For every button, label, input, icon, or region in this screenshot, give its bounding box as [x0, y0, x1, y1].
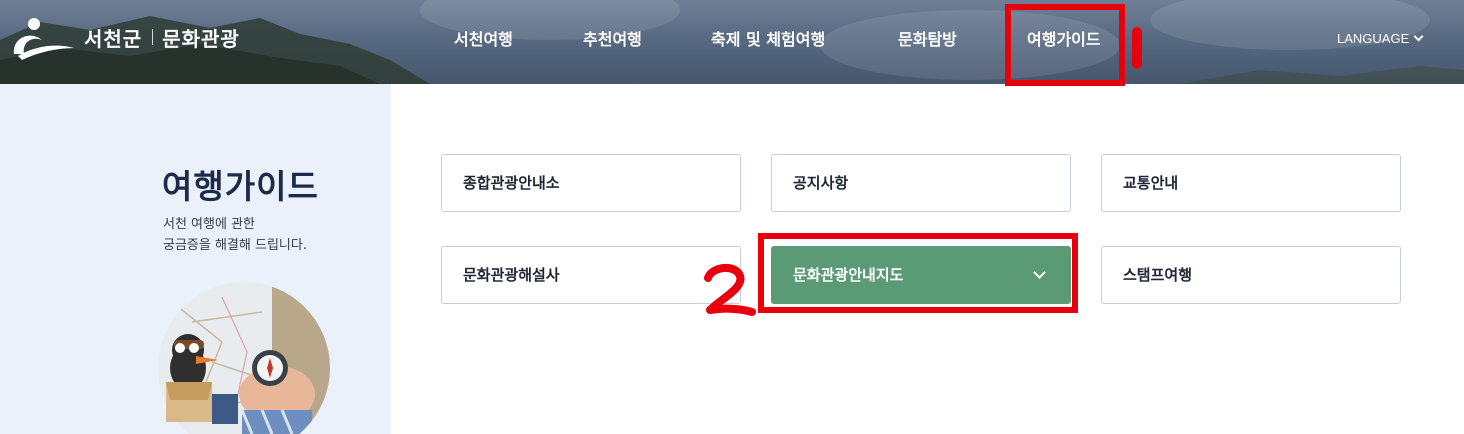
menu-transport-info[interactable]: 교통안내	[1101, 154, 1401, 212]
logo-subtitle: 문화관광	[162, 26, 240, 51]
travel-guide-illustration	[158, 282, 330, 434]
menu-label: 스탬프여행	[1123, 266, 1193, 284]
menu-tourist-info-center[interactable]: 종합관광안내소	[441, 154, 741, 212]
sidebar-description: 서천 여행에 관한 궁금증을 해결해 드립니다.	[163, 214, 307, 256]
nav-item-recommended-travel[interactable]: 추천여행	[583, 28, 642, 52]
language-label: LANGUAGE	[1337, 31, 1410, 46]
menu-culture-tour-map-dropdown[interactable]: 문화관광안내지도	[771, 246, 1071, 304]
logo-mark-icon	[13, 18, 74, 60]
sidebar-desc-line: 서천 여행에 관한	[163, 217, 255, 232]
sidebar-desc-line: 궁금증을 해결해 드립니다.	[163, 238, 307, 253]
menu-stamp-tour[interactable]: 스탬프여행	[1101, 246, 1401, 304]
menu-label: 문화관광안내지도	[793, 266, 904, 284]
menu-label: 문화관광해설사	[463, 266, 560, 284]
nav-item-travel-guide[interactable]: 여행가이드	[1027, 28, 1101, 52]
sidebar-title: 여행가이드	[162, 167, 319, 206]
nav-item-seocheon-travel[interactable]: 서천여행	[454, 28, 513, 52]
annotation-number-2	[704, 264, 756, 316]
chevron-down-icon	[1033, 266, 1046, 279]
menu-label: 교통안내	[1123, 174, 1179, 192]
logo-title: 서천군	[84, 26, 143, 51]
sidebar: 여행가이드 서천 여행에 관한 궁금증을 해결해 드립니다.	[0, 84, 391, 434]
chevron-down-icon	[1413, 31, 1424, 42]
nav-item-festival-experience[interactable]: 축제 및 체험여행	[711, 28, 825, 52]
nav-item-culture-tour[interactable]: 문화탐방	[898, 28, 957, 52]
site-header: 서천군 문화관광 서천여행 추천여행 축제 및 체험여행 문화탐방 여행가이드 …	[0, 0, 1464, 84]
site-logo[interactable]: 서천군 문화관광	[8, 12, 240, 62]
language-selector[interactable]: LANGUAGE	[1337, 30, 1424, 48]
logo-divider	[152, 29, 154, 45]
menu-notices[interactable]: 공지사항	[771, 154, 1071, 212]
annotation-number-1	[1132, 27, 1142, 69]
menu-culture-guide-commentator[interactable]: 문화관광해설사	[441, 246, 741, 304]
menu-label: 공지사항	[793, 174, 849, 192]
menu-label: 종합관광안내소	[463, 174, 560, 192]
